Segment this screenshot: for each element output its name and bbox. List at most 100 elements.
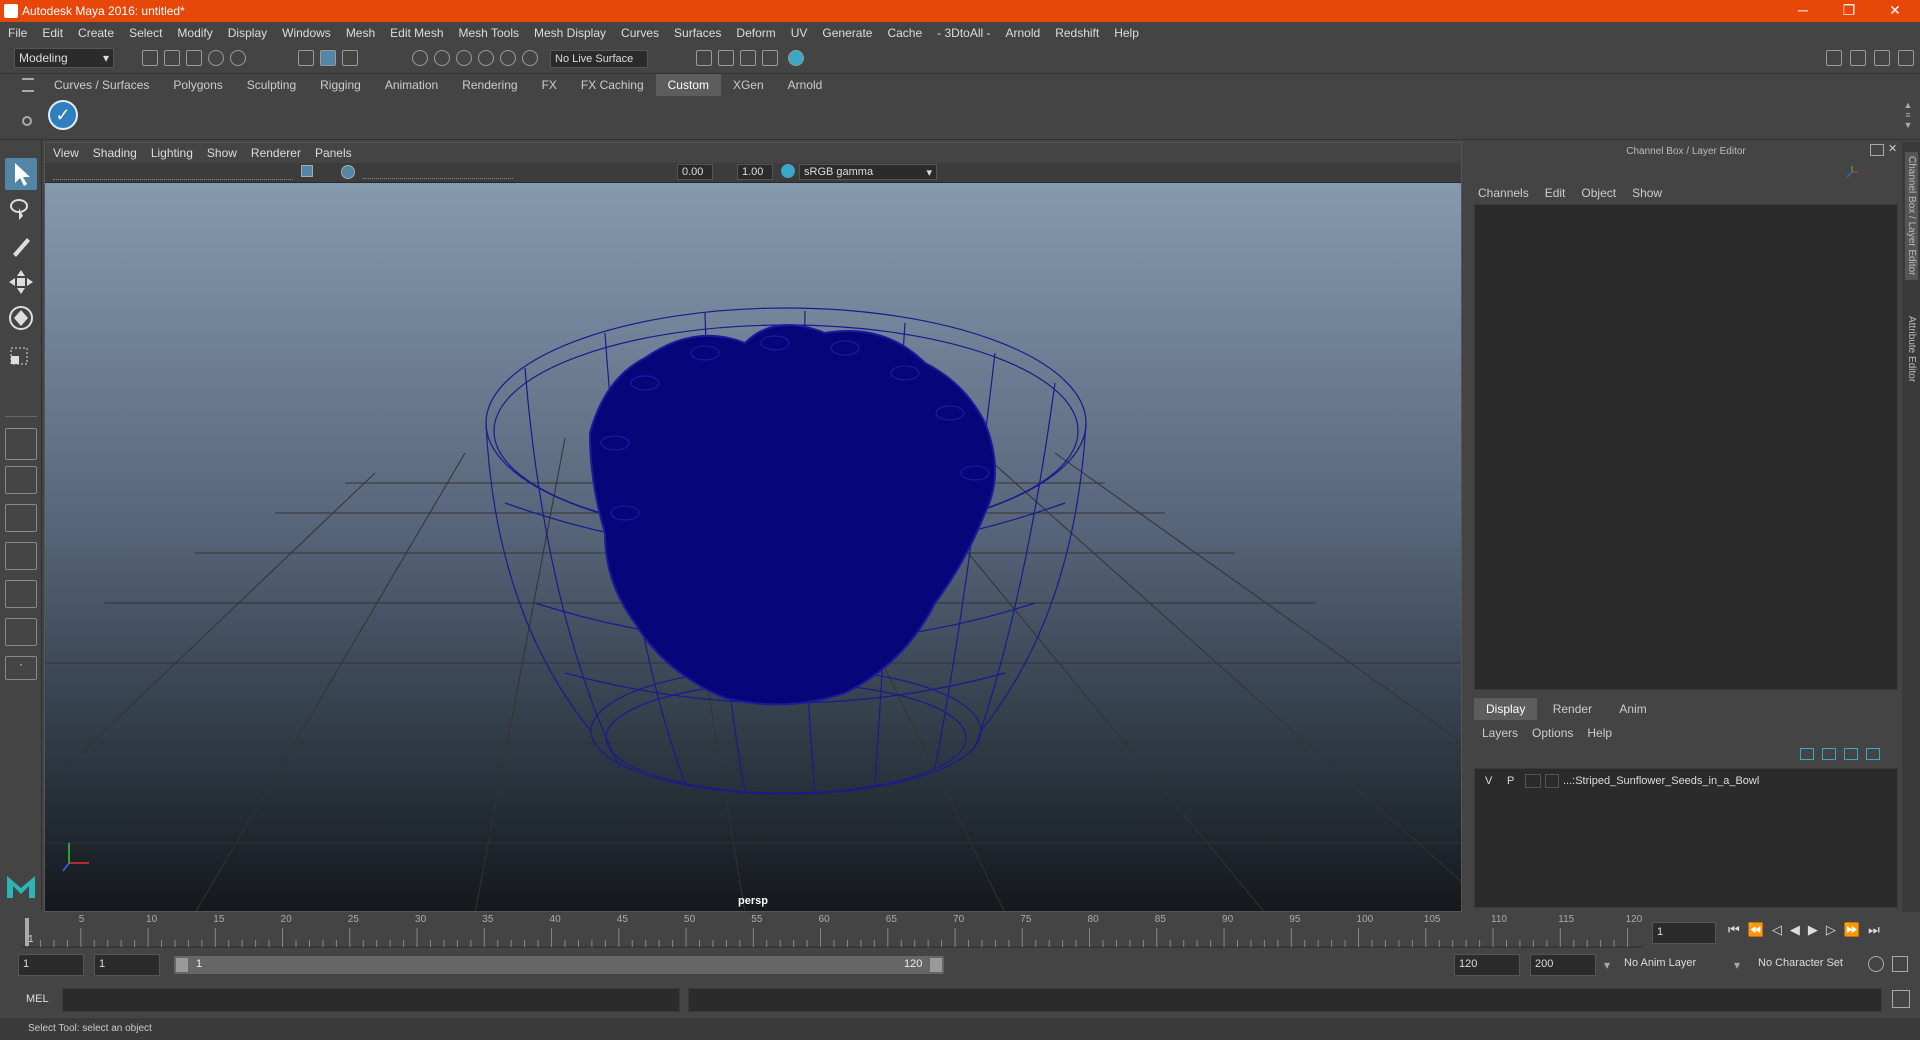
shelf-tab-fx[interactable]: FX bbox=[530, 74, 569, 96]
menu-windows[interactable]: Windows bbox=[282, 26, 331, 40]
rotate-tool-icon[interactable] bbox=[5, 302, 37, 334]
animation-end-field[interactable]: 200 bbox=[1530, 954, 1596, 976]
four-view-layout-icon[interactable] bbox=[5, 466, 37, 494]
minimize-button[interactable]: ─ bbox=[1780, 0, 1826, 22]
move-tool-icon[interactable] bbox=[5, 266, 37, 298]
maximize-button[interactable]: ❐ bbox=[1826, 0, 1872, 22]
menu-deform[interactable]: Deform bbox=[736, 26, 775, 40]
layer-tab-display[interactable]: Display bbox=[1474, 698, 1538, 720]
persp-graph-layout-icon[interactable] bbox=[5, 542, 37, 570]
range-slider-right-handle[interactable] bbox=[930, 958, 942, 972]
viewport-persp[interactable]: View Shading Lighting Show Renderer Pane… bbox=[44, 142, 1462, 912]
display-mode-icons[interactable] bbox=[363, 165, 513, 179]
channel-menu-object[interactable]: Object bbox=[1581, 186, 1616, 200]
camera-tools-icons[interactable] bbox=[53, 166, 293, 180]
menu-set-dropdown[interactable]: Modeling ▾ bbox=[14, 48, 114, 68]
snap-point-icon[interactable] bbox=[456, 50, 472, 66]
menu-redshift[interactable]: Redshift bbox=[1055, 26, 1099, 40]
paint-select-tool-icon[interactable] bbox=[5, 230, 37, 262]
channel-box-area[interactable] bbox=[1474, 204, 1898, 690]
viewport-menu-lighting[interactable]: Lighting bbox=[151, 146, 193, 160]
go-to-start-icon[interactable]: ⏮ bbox=[1728, 922, 1740, 942]
exposure-field[interactable]: 0.00 bbox=[677, 164, 713, 180]
step-back-frame-icon[interactable]: ◁ bbox=[1772, 922, 1782, 942]
side-tab-channel-box[interactable]: Channel Box / Layer Editor bbox=[1905, 152, 1918, 280]
channel-box-axis-icon[interactable] bbox=[1844, 164, 1860, 180]
shelf-menu-icon[interactable] bbox=[22, 78, 34, 92]
shelf-tab-curves-surfaces[interactable]: Curves / Surfaces bbox=[42, 74, 161, 96]
menu-mesh[interactable]: Mesh bbox=[346, 26, 375, 40]
animation-start-field[interactable]: 1 bbox=[18, 954, 84, 976]
menu-arnold[interactable]: Arnold bbox=[1006, 26, 1041, 40]
layer-type-toggle[interactable] bbox=[1525, 774, 1541, 788]
new-scene-icon[interactable] bbox=[142, 50, 158, 66]
shelf-tab-custom[interactable]: Custom bbox=[655, 74, 721, 96]
select-tool-icon[interactable] bbox=[5, 158, 37, 190]
snap-curve-icon[interactable] bbox=[434, 50, 450, 66]
render-settings-icon[interactable] bbox=[696, 50, 712, 66]
channel-box-toggle-icon[interactable] bbox=[1898, 50, 1914, 66]
range-slider-left-handle[interactable] bbox=[176, 958, 188, 972]
outliner-layout-icon[interactable] bbox=[5, 580, 37, 608]
step-forward-frame-icon[interactable]: ▷ bbox=[1826, 922, 1836, 942]
shelf-tab-arnold[interactable]: Arnold bbox=[776, 74, 835, 96]
menu-surfaces[interactable]: Surfaces bbox=[674, 26, 721, 40]
close-panel-icon[interactable]: ✕ bbox=[1888, 142, 1900, 156]
playback-start-field[interactable]: 1 bbox=[94, 954, 160, 976]
close-button[interactable]: ✕ bbox=[1872, 0, 1918, 22]
viewport-menu-renderer[interactable]: Renderer bbox=[251, 146, 301, 160]
step-forward-key-icon[interactable]: ⏩ bbox=[1844, 922, 1860, 942]
modeling-toolkit-icon[interactable] bbox=[1826, 50, 1842, 66]
layer-tab-anim[interactable]: Anim bbox=[1607, 698, 1658, 720]
menu-create[interactable]: Create bbox=[78, 26, 114, 40]
menu-3dtoall[interactable]: - 3DtoAll - bbox=[937, 26, 990, 40]
select-by-component-icon[interactable] bbox=[342, 50, 358, 66]
auto-key-icon[interactable] bbox=[1868, 956, 1884, 972]
go-to-end-icon[interactable]: ⏭ bbox=[1868, 922, 1880, 942]
layer-name[interactable]: ...:Striped_Sunflower_Seeds_in_a_Bowl bbox=[1563, 775, 1759, 787]
open-scene-icon[interactable] bbox=[164, 50, 180, 66]
time-ruler[interactable] bbox=[22, 914, 1642, 948]
grid-toggle-icon[interactable] bbox=[301, 165, 313, 177]
menu-modify[interactable]: Modify bbox=[177, 26, 212, 40]
color-space-dropdown[interactable]: sRGB gamma ▾ bbox=[799, 164, 937, 180]
playback-end-field[interactable]: 120 bbox=[1454, 954, 1520, 976]
shelf-tab-rendering[interactable]: Rendering bbox=[450, 74, 529, 96]
channel-menu-edit[interactable]: Edit bbox=[1545, 186, 1566, 200]
menu-curves[interactable]: Curves bbox=[621, 26, 659, 40]
shelf-tab-rigging[interactable]: Rigging bbox=[308, 74, 373, 96]
shelf-scroll-icon[interactable]: ▲ ≡ ▼ bbox=[1902, 100, 1914, 134]
viewport-menu-panels[interactable]: Panels bbox=[315, 146, 352, 160]
character-set-dropdown[interactable]: No Character Set bbox=[1754, 954, 1866, 976]
select-by-object-icon[interactable] bbox=[320, 50, 336, 66]
live-surface-field[interactable]: No Live Surface bbox=[550, 50, 648, 68]
layer-tab-render[interactable]: Render bbox=[1541, 698, 1604, 720]
current-frame-field[interactable]: 1 bbox=[1652, 922, 1716, 944]
menu-mesh-tools[interactable]: Mesh Tools bbox=[459, 26, 519, 40]
play-forwards-icon[interactable]: ▶ bbox=[1808, 922, 1818, 942]
channel-menu-channels[interactable]: Channels bbox=[1478, 186, 1529, 200]
snap-view-plane-icon[interactable] bbox=[478, 50, 494, 66]
menu-edit[interactable]: Edit bbox=[42, 26, 63, 40]
gamma-field[interactable]: 1.00 bbox=[737, 164, 773, 180]
single-perspective-layout-icon[interactable] bbox=[5, 428, 37, 460]
redo-icon[interactable] bbox=[230, 50, 246, 66]
viewport-menu-show[interactable]: Show bbox=[207, 146, 237, 160]
layer-row[interactable]: V P ...:Striped_Sunflower_Seeds_in_a_Bow… bbox=[1479, 773, 1893, 791]
custom-layout-icon[interactable]: · bbox=[5, 656, 37, 680]
shelf-tab-sculpting[interactable]: Sculpting bbox=[235, 74, 308, 96]
render-current-frame-icon[interactable] bbox=[718, 50, 734, 66]
undo-icon[interactable] bbox=[208, 50, 224, 66]
menu-uv[interactable]: UV bbox=[791, 26, 808, 40]
menu-select[interactable]: Select bbox=[129, 26, 162, 40]
snap-surface-icon[interactable] bbox=[500, 50, 516, 66]
layer-color-swatch[interactable] bbox=[1545, 774, 1559, 788]
new-layer-selected-icon[interactable] bbox=[1866, 748, 1880, 760]
menu-mesh-display[interactable]: Mesh Display bbox=[534, 26, 606, 40]
step-back-key-icon[interactable]: ⏪ bbox=[1748, 922, 1764, 942]
save-scene-icon[interactable] bbox=[186, 50, 202, 66]
ipr-render-icon[interactable] bbox=[740, 50, 756, 66]
shelf-tab-animation[interactable]: Animation bbox=[373, 74, 450, 96]
side-tab-attribute-editor[interactable]: Attribute Editor bbox=[1905, 312, 1918, 386]
chevron-down-icon[interactable]: ▾ bbox=[1604, 958, 1610, 972]
